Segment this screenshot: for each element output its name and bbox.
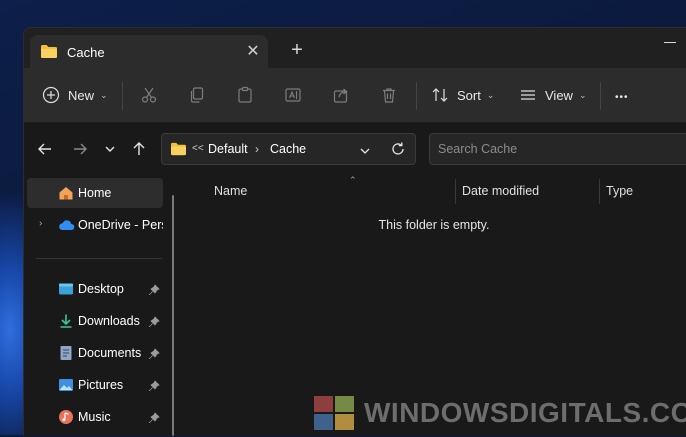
chevron-down-icon: ⌄: [578, 89, 587, 100]
pin-icon[interactable]: [148, 347, 160, 365]
music-icon: [58, 409, 74, 425]
sidebar-item-onedrive[interactable]: › OneDrive - Personal: [27, 210, 163, 240]
view-list-icon: [519, 86, 537, 104]
close-tab-button[interactable]: ✕: [242, 41, 264, 63]
arrow-right-icon: [72, 141, 88, 157]
command-bar: New ⌄ Sort ⌄ View ⌄ •••: [24, 68, 686, 123]
sort-button[interactable]: Sort ⌄: [431, 80, 494, 110]
back-button[interactable]: [33, 137, 57, 161]
tab-cache[interactable]: Cache ✕: [30, 35, 268, 68]
address-bar[interactable]: << Default › Cache: [161, 133, 416, 165]
rename-icon[interactable]: [282, 84, 304, 106]
recent-locations-button[interactable]: [98, 137, 122, 161]
sort-icon: [431, 86, 449, 104]
pin-icon[interactable]: [148, 411, 160, 429]
file-explorer-window: Cache ✕ + New ⌄ Sort ⌄ View ⌄ ••• << Def…: [23, 27, 686, 436]
sidebar-item-label: Home: [78, 186, 112, 200]
title-bar: Cache ✕ +: [24, 28, 686, 68]
sidebar-item-desktop[interactable]: Desktop: [27, 274, 163, 304]
picture-icon: [58, 377, 74, 393]
view-button[interactable]: View ⌄: [519, 80, 587, 110]
new-button-label: New: [68, 87, 95, 103]
sidebar-item-home[interactable]: Home: [27, 178, 163, 208]
sidebar-item-music[interactable]: Music: [27, 402, 163, 432]
pin-icon[interactable]: [148, 283, 160, 301]
column-divider[interactable]: [455, 179, 456, 204]
breadcrumb-chevron-icon: ›: [255, 142, 259, 156]
sort-ascending-icon: ⌃: [349, 175, 357, 185]
copy-icon[interactable]: [186, 84, 208, 106]
tab-title: Cache: [67, 45, 105, 60]
arrow-up-icon: [131, 141, 147, 157]
download-icon: [58, 313, 74, 329]
sort-button-label: Sort: [457, 87, 481, 103]
toolbar-divider: [600, 82, 601, 110]
new-button[interactable]: New ⌄: [42, 80, 108, 110]
breadcrumb-default[interactable]: Default: [208, 142, 248, 156]
refresh-icon[interactable]: [390, 141, 406, 162]
folder-icon: [40, 44, 58, 64]
new-tab-button[interactable]: +: [284, 37, 310, 63]
plus-circle-icon: [42, 86, 60, 104]
watermark-logo-icon: [314, 394, 354, 432]
more-options-button[interactable]: •••: [615, 82, 629, 112]
view-button-label: View: [545, 87, 573, 103]
sidebar-scrollbar[interactable]: [172, 195, 174, 436]
watermark: WINDOWSDIGITALS.COM: [314, 394, 686, 432]
breadcrumb-overflow[interactable]: <<: [192, 143, 204, 154]
address-row: << Default › Cache: [24, 123, 686, 175]
column-header-date-modified[interactable]: Date modified: [462, 184, 539, 198]
column-divider[interactable]: [599, 179, 600, 204]
cut-icon[interactable]: [138, 84, 160, 106]
delete-icon[interactable]: [378, 84, 400, 106]
pin-icon[interactable]: [148, 315, 160, 333]
empty-folder-message: This folder is empty.: [378, 218, 490, 232]
watermark-text: WINDOWSDIGITALS.COM: [364, 397, 686, 428]
chevron-down-icon: ⌄: [486, 89, 495, 100]
sidebar-item-documents[interactable]: Documents: [27, 338, 163, 368]
sidebar-item-downloads[interactable]: Downloads: [27, 306, 163, 336]
breadcrumb-cache[interactable]: Cache: [270, 142, 306, 156]
search-input[interactable]: [429, 133, 686, 165]
address-history-button[interactable]: [359, 144, 371, 162]
up-button[interactable]: [127, 137, 151, 161]
navigation-pane: Home › OneDrive - Personal Desktop Downl…: [24, 175, 176, 436]
minimize-button[interactable]: [664, 42, 676, 43]
chevron-down-icon: ⌄: [100, 89, 108, 100]
toolbar-divider: [122, 82, 123, 110]
forward-button[interactable]: [68, 137, 92, 161]
column-header-type[interactable]: Type: [606, 184, 633, 198]
column-header-name[interactable]: Name: [214, 184, 247, 198]
pin-icon[interactable]: [148, 379, 160, 397]
sidebar-divider: [36, 258, 162, 259]
home-icon: [58, 185, 74, 201]
folder-icon: [170, 142, 187, 161]
document-icon: [58, 345, 74, 361]
chevron-right-icon[interactable]: ›: [39, 218, 42, 229]
desktop-icon: [58, 281, 74, 297]
toolbar-divider: [416, 82, 417, 110]
arrow-left-icon: [37, 141, 53, 157]
chevron-down-icon: [104, 143, 116, 155]
share-icon[interactable]: [330, 84, 352, 106]
paste-icon[interactable]: [234, 84, 256, 106]
sidebar-item-pictures[interactable]: Pictures: [27, 370, 163, 400]
sidebar-item-label: OneDrive - Personal: [78, 218, 163, 232]
cloud-icon: [58, 217, 75, 233]
